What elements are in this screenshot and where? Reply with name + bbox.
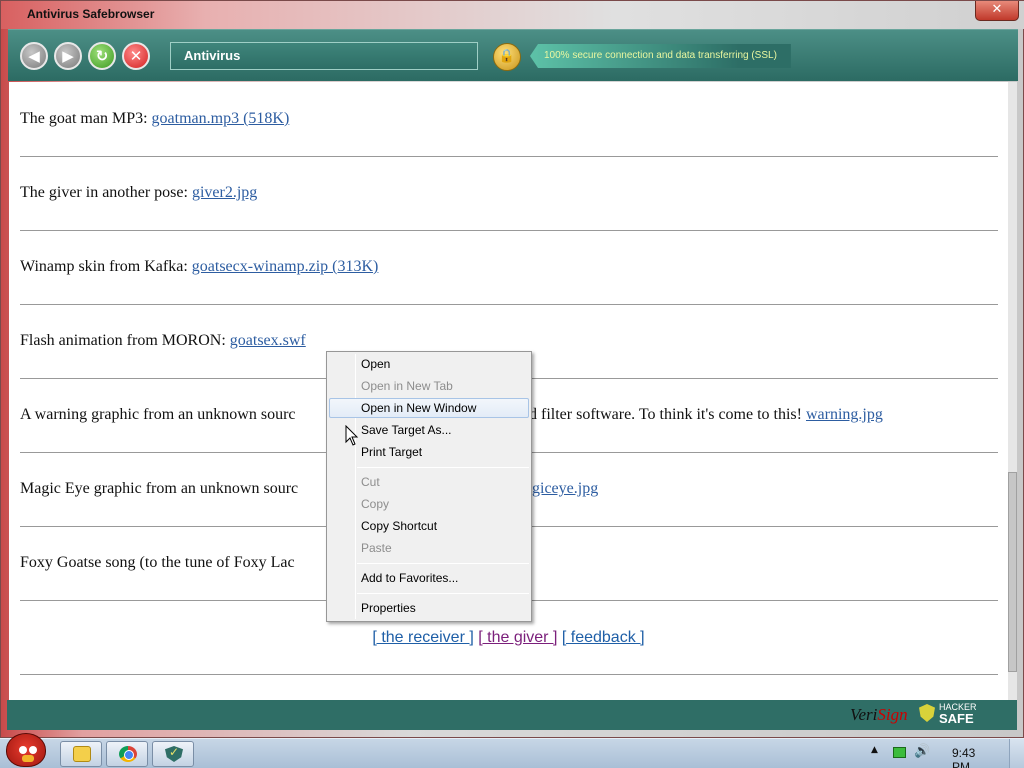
menu-item-open-new-window[interactable]: Open in New Window — [329, 398, 529, 418]
footer-nav: [ the receiver ] [ the giver ] [ feedbac… — [9, 629, 1008, 647]
menu-separator — [357, 467, 529, 468]
chrome-icon — [119, 746, 137, 762]
menu-item-print-target[interactable]: Print Target — [329, 442, 529, 462]
verisign-logo: VeriSign — [850, 705, 908, 725]
list-item: The goat man MP3: goatman.mp3 (518K) — [20, 110, 998, 128]
scrollbar-thumb[interactable] — [1008, 472, 1017, 672]
bird-beak — [22, 755, 34, 762]
window-close-button[interactable]: ✕ — [975, 1, 1019, 21]
giver-link[interactable]: [ the giver ] — [478, 629, 557, 646]
item-text: Winamp skin from Kafka: — [20, 258, 192, 275]
list-item: The giver in another pose: giver2.jpg — [20, 184, 998, 202]
menu-separator — [357, 563, 529, 564]
show-desktop-button[interactable] — [1009, 739, 1024, 768]
menu-separator — [357, 593, 529, 594]
menu-item-paste[interactable]: Paste — [329, 538, 529, 558]
item-text: Flash animation from MORON: — [20, 332, 230, 349]
forward-button[interactable]: ▶ — [54, 42, 82, 70]
divider — [20, 230, 998, 231]
hackersafe-bottom-text: SAFE — [939, 711, 974, 726]
goatman-mp3-link[interactable]: goatman.mp3 (518K) — [152, 110, 290, 127]
volume-icon[interactable]: 🔊 — [914, 744, 930, 759]
vertical-scrollbar[interactable] — [1008, 82, 1017, 700]
title-bar[interactable]: Antivirus Safebrowser ✕ — [1, 1, 1024, 29]
item-text: Foxy Goatse song (to the tune of Foxy La… — [20, 554, 295, 571]
address-bar[interactable]: Antivirus — [170, 42, 478, 70]
taskbar-chrome-button[interactable] — [106, 741, 148, 767]
lock-icon: 🔒 — [493, 43, 521, 71]
back-button[interactable]: ◀ — [20, 42, 48, 70]
clock[interactable]: 9:43 PM — [952, 746, 975, 768]
verisign-text-a: Veri — [850, 705, 878, 724]
network-icon[interactable] — [893, 747, 906, 758]
show-hidden-icons-icon[interactable]: ▲ — [871, 745, 878, 755]
menu-item-open-new-tab[interactable]: Open in New Tab — [329, 376, 529, 396]
stop-button[interactable]: ✕ — [122, 42, 150, 70]
hackersafe-badge: HACKER SAFE — [919, 702, 989, 726]
menu-item-cut[interactable]: Cut — [329, 472, 529, 492]
angry-bird-icon — [6, 733, 46, 767]
taskbar-antivirus-button[interactable] — [152, 741, 194, 767]
item-text: Magic Eye graphic from an unknown sourc — [20, 480, 299, 497]
menu-item-properties[interactable]: Properties — [329, 598, 529, 618]
divider — [20, 674, 998, 675]
menu-item-copy-shortcut[interactable]: Copy Shortcut — [329, 516, 529, 536]
receiver-link[interactable]: [ the receiver ] — [372, 629, 473, 646]
giver2-jpg-link[interactable]: giver2.jpg — [192, 184, 257, 201]
bird-eye-left — [19, 746, 27, 754]
context-menu: Open Open in New Tab Open in New Window … — [326, 351, 532, 622]
menu-item-save-target[interactable]: Save Target As... — [329, 420, 529, 440]
shield-icon — [919, 704, 935, 722]
item-text-continued: d filter software. To think it's come to… — [529, 406, 883, 424]
ssl-status-banner: 100% secure connection and data transfer… — [530, 44, 791, 68]
verisign-text-b: Sign — [877, 705, 908, 724]
antivirus-shield-icon — [165, 746, 183, 762]
taskbar-explorer-button[interactable] — [60, 741, 102, 767]
magiceye-jpg-link[interactable]: giceye.jpg — [532, 480, 598, 498]
divider — [20, 156, 998, 157]
mouse-cursor-icon — [345, 425, 359, 446]
status-bar: VeriSign HACKER SAFE — [7, 700, 1017, 730]
list-item: Flash animation from MORON: goatsex.swf — [20, 332, 998, 350]
item-text: A warning graphic from an unknown sourc — [20, 406, 296, 423]
item-text: The giver in another pose: — [20, 184, 192, 201]
menu-item-add-favorites[interactable]: Add to Favorites... — [329, 568, 529, 588]
divider — [20, 304, 998, 305]
winamp-skin-link[interactable]: goatsecx-winamp.zip (313K) — [192, 258, 379, 275]
browser-toolbar: ◀ ▶ ↻ ✕ Antivirus 🔒 100% secure connecti… — [8, 29, 1018, 81]
item-text: The goat man MP3: — [20, 110, 152, 127]
menu-item-copy[interactable]: Copy — [329, 494, 529, 514]
warning-jpg-link[interactable]: warning.jpg — [806, 406, 883, 423]
window-title: Antivirus Safebrowser — [27, 7, 155, 21]
feedback-link[interactable]: [ feedback ] — [562, 629, 645, 646]
folder-icon — [73, 746, 91, 762]
swf-link[interactable]: goatsex.swf — [230, 332, 306, 349]
list-item: Winamp skin from Kafka: goatsecx-winamp.… — [20, 258, 998, 276]
start-button[interactable] — [2, 729, 48, 768]
refresh-button[interactable]: ↻ — [88, 42, 116, 70]
taskbar: ▲ 🔊 9:43 PM — [0, 733, 1024, 768]
menu-item-open[interactable]: Open — [329, 354, 529, 374]
item-text-2: d filter software. To think it's come to… — [529, 406, 806, 423]
bird-eye-right — [29, 746, 37, 754]
